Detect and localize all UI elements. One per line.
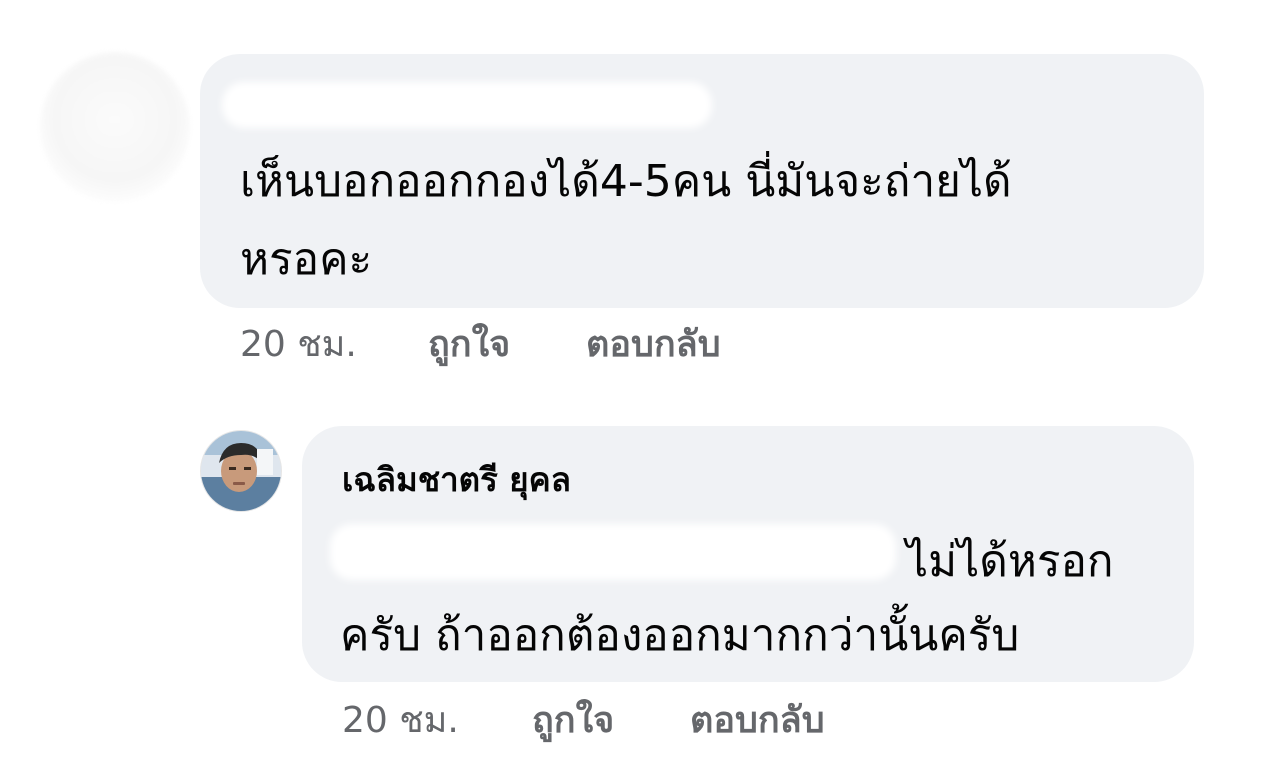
comment-author-name[interactable]: เฉลิมชาตรี ยุคล [342,456,571,504]
comment-text-line: หรอคะ [240,234,373,285]
like-button[interactable]: ถูกใจ [428,320,510,370]
avatar[interactable] [40,52,190,202]
comment-text-line: ครับ ถ้าออกต้องออกมากกว่านั้นครับ [340,610,1020,661]
comment-thread: เห็นบอกออกกองได้4-5คน นี่มันจะถ่ายได้ หร… [0,0,1280,770]
comment-time[interactable]: 20 ชม. [240,320,357,370]
redacted-mention [330,524,896,580]
comment-time[interactable]: 20 ชม. [342,696,459,746]
redacted-author-name [222,82,712,128]
reply-button[interactable]: ตอบกลับ [586,320,721,370]
comment-text-line: เห็นบอกออกกองได้4-5คน นี่มันจะถ่ายได้ [240,156,1012,207]
avatar[interactable] [200,430,282,512]
comment-text-line: ไม่ได้หรอก [906,536,1114,587]
avatar-photo [201,431,281,511]
like-button[interactable]: ถูกใจ [532,696,614,746]
reply-button[interactable]: ตอบกลับ [690,696,825,746]
